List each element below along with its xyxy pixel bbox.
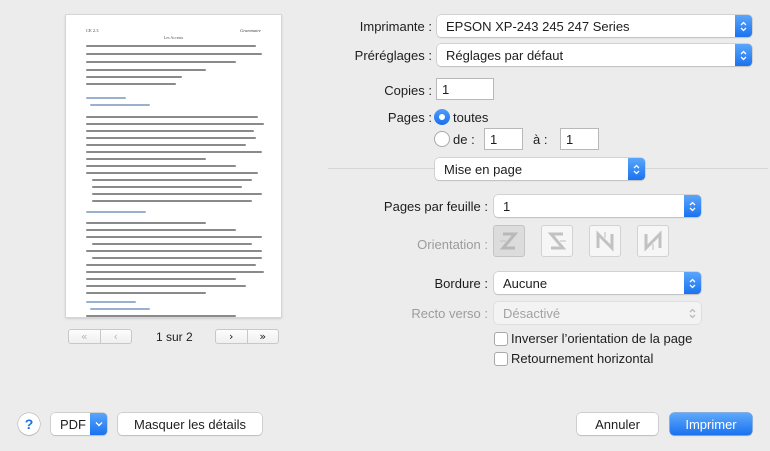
preview-text-line — [90, 104, 150, 106]
pages-to-label: à : — [533, 132, 548, 147]
preview-text-line — [92, 193, 262, 195]
duplex-value: Désactivé — [503, 305, 561, 321]
preview-text-line — [86, 151, 262, 153]
pages-all-radio[interactable] — [434, 109, 450, 125]
preview-text-line — [86, 123, 264, 125]
section-value: Mise en page — [444, 161, 523, 177]
pages-from-label: de : — [453, 132, 475, 147]
preview-text-line — [86, 83, 176, 85]
printer-value: EPSON XP-243 245 247 Series — [446, 18, 630, 34]
border-popup[interactable]: Aucune — [494, 272, 701, 294]
preview-text-line — [86, 130, 254, 132]
preview-text-line — [86, 61, 236, 63]
last-page-button[interactable]: » — [246, 330, 279, 343]
pages-from-field[interactable]: 1 — [484, 128, 523, 150]
orientation-n-icon[interactable] — [589, 225, 621, 257]
preview-header-right: Grammaire — [240, 28, 261, 33]
orientation-label: Orientation : — [417, 237, 488, 252]
pages-all-label: toutes — [453, 110, 489, 125]
pages-per-sheet-value: 1 — [503, 198, 511, 214]
updown-chevron-icon — [684, 272, 701, 294]
preview-text-line — [92, 257, 262, 259]
copies-field[interactable]: 1 — [436, 78, 494, 100]
reverse-orientation-checkbox[interactable] — [494, 332, 508, 346]
hide-details-button[interactable]: Masquer les détails — [118, 413, 262, 435]
orientation-s-icon[interactable] — [541, 225, 573, 257]
presets-popup[interactable]: Réglages par défaut — [437, 44, 752, 66]
preview-text-line — [86, 285, 246, 287]
preview-text-line — [86, 97, 126, 99]
reverse-orientation-label: Inverser l’orientation de la page — [511, 331, 693, 346]
updown-chevron-icon — [628, 158, 645, 180]
preview-text-line — [86, 144, 246, 146]
preview-title: Les Accents — [163, 35, 184, 40]
border-label: Bordure : — [434, 276, 488, 291]
pages-label: Pages : — [387, 110, 432, 125]
print-button[interactable]: Imprimer — [670, 413, 752, 435]
help-button[interactable]: ? — [18, 413, 40, 435]
page-count: 1 sur 2 — [156, 330, 193, 344]
preview-text-line — [86, 45, 256, 47]
duplex-label: Recto verso : — [411, 306, 488, 321]
preview-text-line — [86, 301, 136, 303]
cancel-button[interactable]: Annuler — [577, 413, 658, 435]
preview-text-line — [92, 179, 252, 181]
pdf-label: PDF — [60, 416, 86, 432]
printer-popup[interactable]: EPSON XP-243 245 247 Series — [437, 15, 752, 37]
printer-label: Imprimante : — [359, 19, 432, 34]
updown-chevron-icon — [684, 195, 701, 217]
pager-back-group: « ‹ — [68, 329, 132, 344]
pages-per-sheet-popup[interactable]: 1 — [494, 195, 701, 217]
chevron-down-icon — [90, 413, 107, 435]
preview-text-line — [86, 137, 256, 139]
duplex-popup[interactable]: Désactivé — [494, 302, 701, 324]
preview-text-line — [86, 76, 182, 78]
preview-text-line — [86, 211, 146, 213]
presets-label: Préréglages : — [354, 48, 432, 63]
preview-text-line — [86, 229, 236, 231]
updown-chevron-icon — [735, 44, 752, 66]
pages-to-field[interactable]: 1 — [560, 128, 599, 150]
preview-text-line — [86, 315, 236, 317]
presets-value: Réglages par défaut — [446, 47, 564, 63]
page-preview: CE 2.3 Grammaire Les Accents — [66, 15, 281, 317]
horizontal-flip-label: Retournement horizontal — [511, 351, 654, 366]
preview-text-line — [86, 264, 256, 266]
preview-header-left: CE 2.3 — [86, 28, 99, 33]
preview-text-line — [86, 69, 206, 71]
preview-text-line — [86, 250, 262, 252]
updown-chevron-icon — [684, 302, 701, 324]
preview-text-line — [86, 271, 264, 273]
orientation-reverse-n-icon[interactable] — [637, 225, 669, 257]
preview-text-line — [86, 292, 206, 294]
preview-text-line — [86, 278, 236, 280]
first-page-button[interactable]: « — [69, 330, 100, 343]
pages-per-sheet-label: Pages par feuille : — [383, 199, 488, 214]
pdf-menu-button[interactable]: PDF — [51, 413, 107, 435]
pages-range-radio[interactable] — [434, 131, 450, 147]
preview-text-line — [86, 116, 258, 118]
preview-text-line — [86, 236, 262, 238]
preview-text-line — [86, 165, 236, 167]
preview-text-line — [90, 308, 150, 310]
pager-forward-group: › » — [215, 329, 279, 344]
horizontal-flip-checkbox[interactable] — [494, 352, 508, 366]
next-page-button[interactable]: › — [216, 330, 247, 343]
border-value: Aucune — [503, 275, 548, 291]
updown-chevron-icon — [735, 15, 752, 37]
preview-text-line — [86, 53, 262, 55]
copies-label: Copies : — [384, 83, 432, 98]
preview-text-line — [86, 222, 206, 224]
preview-text-line — [92, 243, 252, 245]
preview-text-line — [92, 186, 242, 188]
preview-text-line — [86, 172, 258, 174]
previous-page-button[interactable]: ‹ — [99, 330, 132, 343]
orientation-z-icon[interactable] — [493, 225, 525, 257]
preview-text-line — [92, 200, 252, 202]
section-popup[interactable]: Mise en page — [435, 158, 645, 180]
preview-text-line — [86, 158, 206, 160]
